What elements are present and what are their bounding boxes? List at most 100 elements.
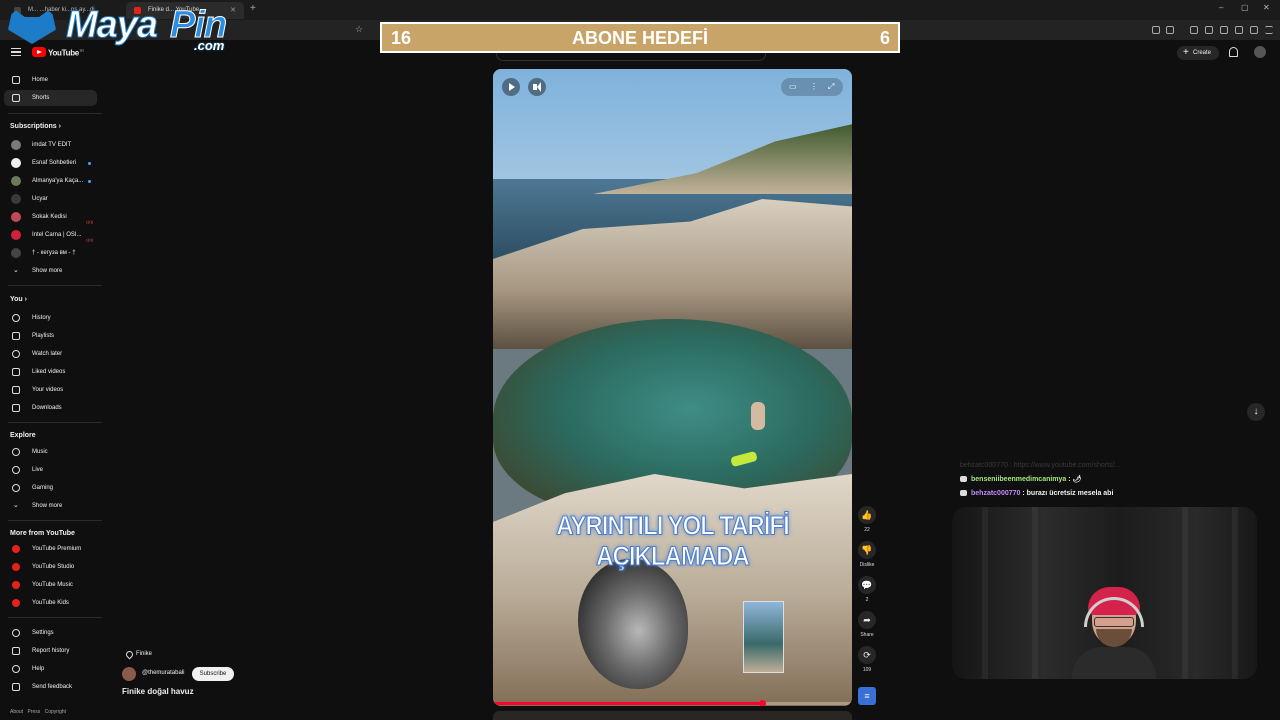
chat-bubble-icon (960, 490, 967, 497)
chevron-down-icon: ⌄ (13, 267, 19, 274)
sidebar-item-liked[interactable]: Liked videos (4, 364, 97, 380)
sidebar-item-help[interactable]: Help (4, 661, 97, 677)
thumbs-up-icon (12, 368, 20, 376)
chat-bubble-icon (960, 476, 967, 483)
sidebar-item-shorts[interactable]: Shorts (4, 90, 97, 106)
captions-icon[interactable]: ▭ (789, 78, 797, 96)
sidebar-item-home[interactable]: Home (4, 72, 97, 88)
sidebar-item-send-feedback[interactable]: Send feedback (4, 679, 97, 695)
subscription-item[interactable]: Almanya'ya Kaça... (4, 173, 97, 189)
extension-icon[interactable] (1235, 26, 1243, 34)
help-icon (12, 665, 20, 673)
sidebar-item-music[interactable]: Music (4, 444, 97, 460)
volume-button[interactable] (528, 78, 546, 96)
subscriptions-heading[interactable]: Subscriptions › (10, 123, 61, 130)
fullscreen-icon[interactable]: ⤢ (828, 78, 834, 96)
streamer-webcam (952, 507, 1257, 679)
shorts-icon (12, 94, 20, 102)
related-short-thumbnail[interactable] (743, 601, 784, 673)
channel-avatar (11, 212, 21, 222)
sidebar-item-report-history[interactable]: Report history (4, 643, 97, 659)
remix-button[interactable]: ⟳ 109 (857, 646, 877, 673)
sidebar-footer-links[interactable]: About Press Copyright (10, 709, 66, 715)
play-button[interactable] (502, 78, 520, 96)
sidebar-item-live[interactable]: Live (4, 462, 97, 478)
sidebar-item-history[interactable]: History (4, 310, 97, 326)
share-label: Share (860, 632, 874, 638)
sidebar-item-premium[interactable]: YouTube Premium (4, 541, 97, 557)
music-note-icon (12, 448, 20, 456)
menu-icon[interactable] (1265, 26, 1273, 34)
show-more-explore[interactable]: ⌄ Show more (4, 498, 97, 514)
new-tab-button[interactable]: + (250, 3, 256, 14)
subscribe-button[interactable]: Subscribe (192, 667, 234, 681)
chat-text: : burazı ücretsiz mesela abi (1020, 490, 1114, 497)
sidebar-item-watch-later[interactable]: Watch later (4, 346, 97, 362)
video-progress-bar[interactable] (493, 700, 852, 706)
comments-button[interactable]: 💬 2 (857, 576, 877, 603)
video-caption: AYRINTILI YOL TARİFİ AÇIKLAMADA (556, 511, 790, 573)
create-button[interactable]: + Create (1177, 46, 1219, 60)
new-content-dot (88, 162, 91, 165)
more-options-icon[interactable]: ⋮ (810, 78, 818, 96)
like-button[interactable]: 👍 22 (857, 506, 877, 533)
sidebar-item-settings[interactable]: Settings (4, 625, 97, 641)
extension-icon[interactable] (1220, 26, 1228, 34)
chat-message: behzatc000770 : burazı ücretsiz mesela a… (960, 488, 1113, 500)
account-avatar[interactable] (1254, 46, 1266, 58)
location-pin-icon (124, 649, 135, 660)
sidebar-item-your-videos[interactable]: Your videos (4, 382, 97, 398)
location-chip[interactable]: Finike (122, 648, 152, 661)
dislike-label: Dislike (859, 562, 875, 568)
minimize-button[interactable]: – (1219, 3, 1223, 12)
extension-icon[interactable] (1190, 26, 1198, 34)
channel-avatar (11, 158, 21, 168)
video-icon (12, 386, 20, 394)
dislike-button[interactable]: 👎 Dislike (857, 541, 877, 568)
extension-icon[interactable] (1166, 26, 1174, 34)
sidebar-item-kids[interactable]: YouTube Kids (4, 595, 97, 611)
subscription-item[interactable]: Intel Carna | OSI... ((•)) (4, 227, 97, 243)
channel-avatar (11, 176, 21, 186)
show-more-subscriptions[interactable]: ⌄ Show more (4, 263, 97, 279)
clock-icon (12, 350, 20, 358)
channel-avatar[interactable] (122, 667, 136, 681)
short-title[interactable]: Finike doğal havuz (122, 687, 194, 696)
sidebar-item-gaming[interactable]: Gaming (4, 480, 97, 496)
sidebar-item-playlists[interactable]: Playlists (4, 328, 97, 344)
home-icon (12, 76, 20, 84)
audio-track-button[interactable]: ≡ (857, 687, 877, 705)
channel-name[interactable]: @themuratabali (142, 670, 184, 676)
remix-icon: ⟳ (858, 646, 876, 664)
new-content-dot (88, 180, 91, 183)
subscription-item[interactable]: imdat TV EDIT (4, 137, 97, 153)
next-short-preview[interactable] (493, 711, 852, 720)
subscription-item[interactable]: Sokak Kedisi ((•)) (4, 209, 97, 225)
extension-icon[interactable] (1152, 26, 1160, 34)
progress-fill (493, 702, 763, 705)
subscription-item[interactable]: Ucyar (4, 191, 97, 207)
curtain-fold (1232, 507, 1238, 679)
sidebar-item-music-app[interactable]: YouTube Music (4, 577, 97, 593)
close-window-button[interactable]: ✕ (1263, 3, 1270, 12)
divider (8, 285, 102, 286)
sidebar-toggle-icon[interactable] (1205, 26, 1213, 34)
goal-target: 6 (879, 28, 890, 48)
short-video-player[interactable]: AYRINTILI YOL TARİFİ AÇIKLAMADA ▭ ⋮ ⤢ (493, 69, 852, 706)
curtain-fold (1182, 507, 1188, 679)
live-icon (12, 466, 20, 474)
notifications-bell-icon[interactable] (1229, 47, 1238, 57)
remix-count: 109 (862, 667, 872, 673)
channel-avatar (11, 230, 21, 240)
bookmark-icon[interactable]: ☆ (355, 24, 363, 35)
subscription-item[interactable]: † - кегуза вм - † (4, 245, 97, 261)
shield-icon[interactable] (1250, 26, 1258, 34)
maximize-button[interactable]: ▢ (1241, 3, 1249, 12)
progress-handle[interactable] (759, 700, 767, 706)
you-heading[interactable]: You › (10, 296, 27, 303)
share-button[interactable]: ➦ Share (857, 611, 877, 638)
sidebar-item-downloads[interactable]: Downloads (4, 400, 97, 416)
next-short-arrow-icon[interactable]: ↓ (1247, 403, 1265, 421)
subscription-item[interactable]: Esnaf Sohbetleri (4, 155, 97, 171)
sidebar-item-studio[interactable]: YouTube Studio (4, 559, 97, 575)
